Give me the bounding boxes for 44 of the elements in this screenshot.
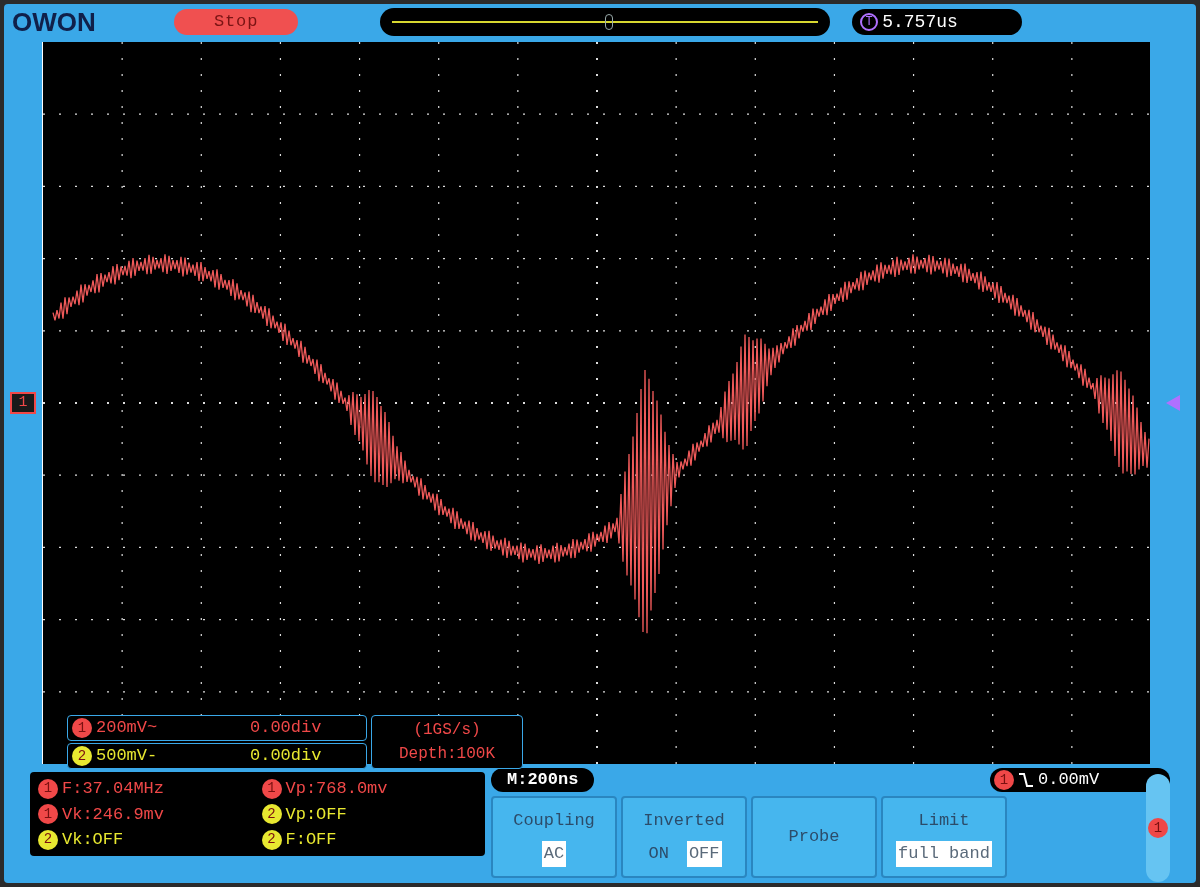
sample-rate: (1GS/s) (413, 720, 481, 741)
channel-side-tab[interactable]: 1 (1146, 774, 1170, 882)
trigger-level: 0.00mV (1038, 769, 1100, 792)
menu-title: Limit (918, 809, 970, 832)
measurement-value: Vp:OFF (285, 803, 347, 826)
channel-offset: 0.00div (250, 717, 322, 740)
timebase-display: M:200ns (491, 768, 595, 792)
menu-button[interactable]: Inverted ON OFF (621, 796, 747, 878)
menu-option[interactable]: AC (541, 841, 567, 867)
measurement-value: F:37.04MHz (62, 778, 165, 800)
falling-edge-icon (1018, 772, 1034, 788)
channel-badge: 2 (38, 829, 58, 850)
menu-button[interactable]: Coupling AC (491, 796, 617, 878)
trigger-badge: T (860, 13, 879, 31)
channel-badge: 2 (261, 804, 282, 825)
channel-level-marker: 1 (10, 392, 36, 414)
memory-depth: Depth:100K (399, 744, 495, 765)
menu-title: Probe (788, 826, 840, 849)
trigger-time: 5.757us (882, 10, 958, 34)
menu-option[interactable]: full band (896, 841, 992, 867)
brand-logo: OWON (12, 5, 97, 39)
trigger-level-marker-icon (1166, 395, 1180, 411)
menu-option[interactable]: ON (646, 841, 671, 867)
measurement-value: F:OFF (285, 829, 337, 851)
channel-badge: 1 (261, 778, 282, 799)
channel-badge: 1 (994, 770, 1014, 790)
channel-badge: 1 (72, 718, 92, 738)
channel-scale: 500mV- (96, 745, 159, 768)
menu-button[interactable]: Probe (751, 796, 877, 878)
channel-badge: 2 (261, 829, 282, 850)
channel-offset: 0.00div (250, 745, 322, 768)
channel-badge: 1 (38, 804, 58, 825)
measurement-value: Vp:768.0mv (285, 778, 388, 800)
channel-scale: 200mV~ (96, 717, 159, 740)
run-state-indicator: Stop (174, 9, 299, 35)
menu-title: Coupling (513, 809, 595, 832)
channel-badge: 1 (38, 778, 58, 799)
measurement-value: Vk:OFF (62, 829, 124, 851)
menu-title: Inverted (643, 809, 725, 832)
channel-badge: 2 (72, 746, 92, 766)
menu-button[interactable]: Limit full band (881, 796, 1007, 878)
measurement-value: Vk:246.9mv (62, 803, 165, 826)
menu-option[interactable]: OFF (686, 841, 722, 867)
channel-badge: 1 (1148, 818, 1168, 838)
